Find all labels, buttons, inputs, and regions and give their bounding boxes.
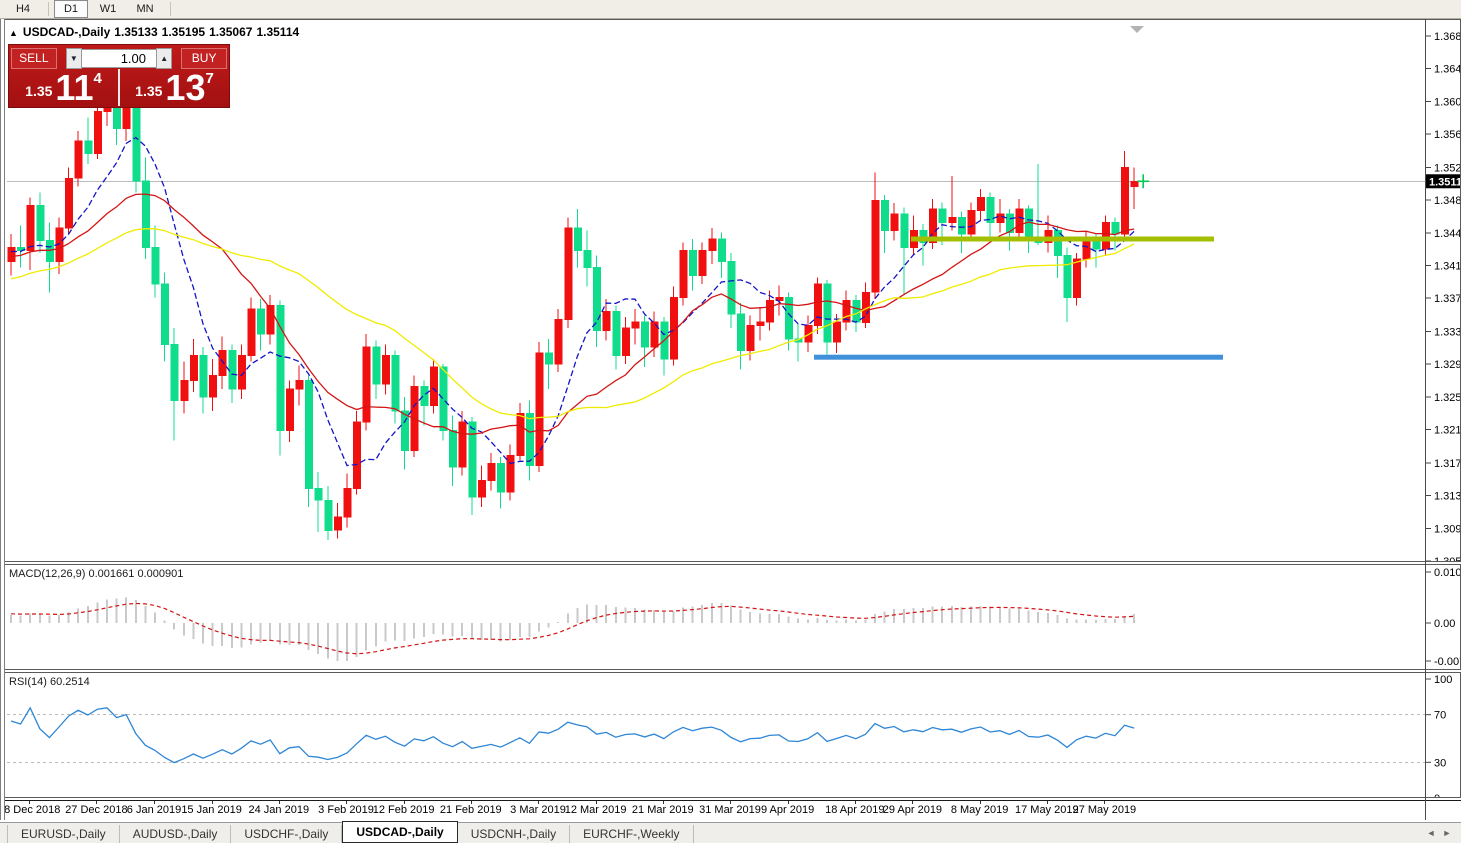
svg-text:1.30940: 1.30940 bbox=[1434, 524, 1460, 536]
tab-scroll-right-icon: ► bbox=[1443, 828, 1452, 838]
svg-text:1.33310: 1.33310 bbox=[1434, 326, 1460, 338]
svg-text:1.35114: 1.35114 bbox=[1429, 176, 1460, 188]
svg-text:1.34890: 1.34890 bbox=[1434, 195, 1460, 207]
rsi-label: RSI(14) 60.2514 bbox=[9, 676, 90, 688]
chart-title: ▲ USDCAD-,Daily 1.35133 1.35195 1.35067 1.351… bbox=[9, 25, 303, 39]
volume-increase-button[interactable]: ▲ bbox=[156, 48, 172, 69]
macd-signal-value: 0.000901 bbox=[137, 568, 183, 580]
chart-tab-usdcad-daily[interactable]: USDCAD-,Daily bbox=[342, 821, 457, 843]
svg-text:1.30550: 1.30550 bbox=[1434, 556, 1460, 561]
svg-text:1.31730: 1.31730 bbox=[1434, 458, 1460, 470]
toolbar-separator bbox=[170, 2, 171, 16]
svg-text:-0.00747: -0.00747 bbox=[1434, 656, 1460, 668]
date-label: 9 Apr 2019 bbox=[750, 804, 826, 816]
buy-pip-fraction: 7 bbox=[205, 70, 213, 87]
date-label: 15 Jan 2019 bbox=[174, 804, 250, 816]
timeframe-toolbar: H4 D1W1MN bbox=[0, 0, 1461, 19]
svg-text:1.34490: 1.34490 bbox=[1434, 228, 1460, 240]
timeframe-button-mn[interactable]: MN bbox=[128, 0, 162, 18]
svg-text:1.31340: 1.31340 bbox=[1434, 490, 1460, 502]
date-label: 12 Mar 2019 bbox=[558, 804, 634, 816]
current-price-cross-icon bbox=[1137, 174, 1149, 188]
sell-pip-fraction: 4 bbox=[93, 70, 101, 87]
date-label: 21 Mar 2019 bbox=[625, 804, 701, 816]
svg-text:1.35680: 1.35680 bbox=[1434, 129, 1460, 141]
rsi-indicator-pane[interactable]: 100 70 30 0 RSI(14) 60.2514 bbox=[0, 672, 1461, 798]
toolbar-separator bbox=[48, 2, 49, 16]
rsi-value: 60.2514 bbox=[50, 676, 90, 688]
chart-tab-eurusd-daily[interactable]: EURUSD-,Daily bbox=[7, 825, 120, 843]
rsi-canvas: 100 70 30 0 bbox=[1, 673, 1460, 797]
date-label: 12 Feb 2019 bbox=[366, 804, 442, 816]
svg-text:1.36860: 1.36860 bbox=[1434, 31, 1460, 43]
macd-main-value: 0.001661 bbox=[88, 568, 134, 580]
volume-decrease-button[interactable]: ▼ bbox=[66, 48, 82, 69]
date-label: 8 May 2019 bbox=[942, 804, 1018, 816]
svg-text:1.36470: 1.36470 bbox=[1434, 63, 1460, 75]
rsi-name: RSI(14) bbox=[9, 676, 47, 688]
sell-big-figure: 1.35 bbox=[25, 83, 52, 99]
quote-low: 1.35067 bbox=[209, 25, 252, 39]
chart-tab-audusd-daily[interactable]: AUDUSD-,Daily bbox=[120, 825, 232, 843]
svg-text:1.32520: 1.32520 bbox=[1434, 392, 1460, 404]
svg-text:1.33710: 1.33710 bbox=[1434, 293, 1460, 305]
macd-name: MACD(12,26,9) bbox=[9, 568, 85, 580]
svg-text:1.36070: 1.36070 bbox=[1434, 97, 1460, 109]
buy-pips: 13 bbox=[165, 71, 205, 104]
chart-tab-bar: EURUSD-,DailyAUDUSD-,DailyUSDCHF-,DailyU… bbox=[0, 822, 1461, 843]
chart-symbol-label: USDCAD-,Daily bbox=[23, 25, 110, 39]
tab-scroll-left-button[interactable]: ◄ bbox=[1423, 826, 1439, 840]
sell-button[interactable]: SELL bbox=[11, 48, 57, 69]
spinner-down-icon: ▼ bbox=[70, 54, 78, 63]
chart-workspace: 1.36860 1.36470 1.36070 1.35680 1.35280 1.348… bbox=[0, 19, 1461, 822]
svg-text:100: 100 bbox=[1434, 674, 1452, 686]
macd-indicator-pane[interactable]: 0.010229 0.00 -0.00747 MACD(12,26,9) 0.001… bbox=[0, 564, 1461, 670]
sell-pips: 11 bbox=[55, 71, 93, 104]
one-click-trading-panel: SELL ▼ ▲ BUY 1.35 11 4 1.35 13 7 bbox=[8, 44, 230, 108]
timeframe-button-w1[interactable]: W1 bbox=[91, 0, 125, 18]
svg-text:70: 70 bbox=[1434, 710, 1446, 722]
timeframe-button-h4[interactable]: H4 bbox=[6, 0, 40, 18]
volume-input[interactable] bbox=[82, 49, 156, 68]
date-label: 24 Jan 2019 bbox=[241, 804, 317, 816]
quote-open: 1.35133 bbox=[114, 25, 157, 39]
date-label: 27 May 2019 bbox=[1066, 804, 1142, 816]
main-chart-pane[interactable]: 1.36860 1.36470 1.36070 1.35680 1.35280 1.348… bbox=[0, 19, 1461, 562]
quote-high: 1.35195 bbox=[162, 25, 205, 39]
collapse-triangle-icon[interactable]: ▲ bbox=[9, 28, 18, 38]
tab-scroll-left-icon: ◄ bbox=[1427, 828, 1436, 838]
buy-button[interactable]: BUY bbox=[181, 48, 227, 69]
macd-label: MACD(12,26,9) 0.001661 0.000901 bbox=[9, 568, 183, 580]
chart-tab-usdcnh-daily[interactable]: USDCNH-,Daily bbox=[458, 825, 570, 843]
svg-text:1.32920: 1.32920 bbox=[1434, 359, 1460, 371]
scroll-position-icon bbox=[1130, 26, 1144, 33]
svg-text:0: 0 bbox=[1434, 793, 1440, 797]
svg-text:1.32130: 1.32130 bbox=[1434, 425, 1460, 437]
chart-tab-eurchf-weekly[interactable]: EURCHF-,Weekly bbox=[570, 825, 693, 843]
spinner-up-icon: ▲ bbox=[160, 54, 168, 63]
axis-separator bbox=[1425, 19, 1426, 820]
buy-price-display[interactable]: 1.35 13 7 bbox=[118, 69, 229, 106]
quote-close: 1.35114 bbox=[256, 25, 299, 39]
macd-canvas: 0.010229 0.00 -0.00747 bbox=[1, 565, 1460, 669]
svg-text:1.34100: 1.34100 bbox=[1434, 261, 1460, 273]
date-label: 18 Dec 2018 bbox=[0, 804, 67, 816]
svg-text:0.010229: 0.010229 bbox=[1434, 567, 1460, 579]
window-left-frame bbox=[0, 19, 5, 820]
chart-tab-usdchf-daily[interactable]: USDCHF-,Daily bbox=[231, 825, 342, 843]
sell-price-display[interactable]: 1.35 11 4 bbox=[9, 69, 118, 106]
date-label: 29 Apr 2019 bbox=[874, 804, 950, 816]
svg-text:30: 30 bbox=[1434, 757, 1446, 769]
tab-scroll-right-button[interactable]: ► bbox=[1439, 826, 1455, 840]
timeframe-button-d1[interactable]: D1 bbox=[54, 0, 88, 18]
svg-text:0.00: 0.00 bbox=[1434, 618, 1455, 630]
buy-big-figure: 1.35 bbox=[135, 83, 162, 99]
date-label: 21 Feb 2019 bbox=[433, 804, 509, 816]
svg-text:1.35280: 1.35280 bbox=[1434, 162, 1460, 174]
date-axis: 18 Dec 201827 Dec 20186 Jan 201915 Jan 2… bbox=[0, 800, 1461, 820]
